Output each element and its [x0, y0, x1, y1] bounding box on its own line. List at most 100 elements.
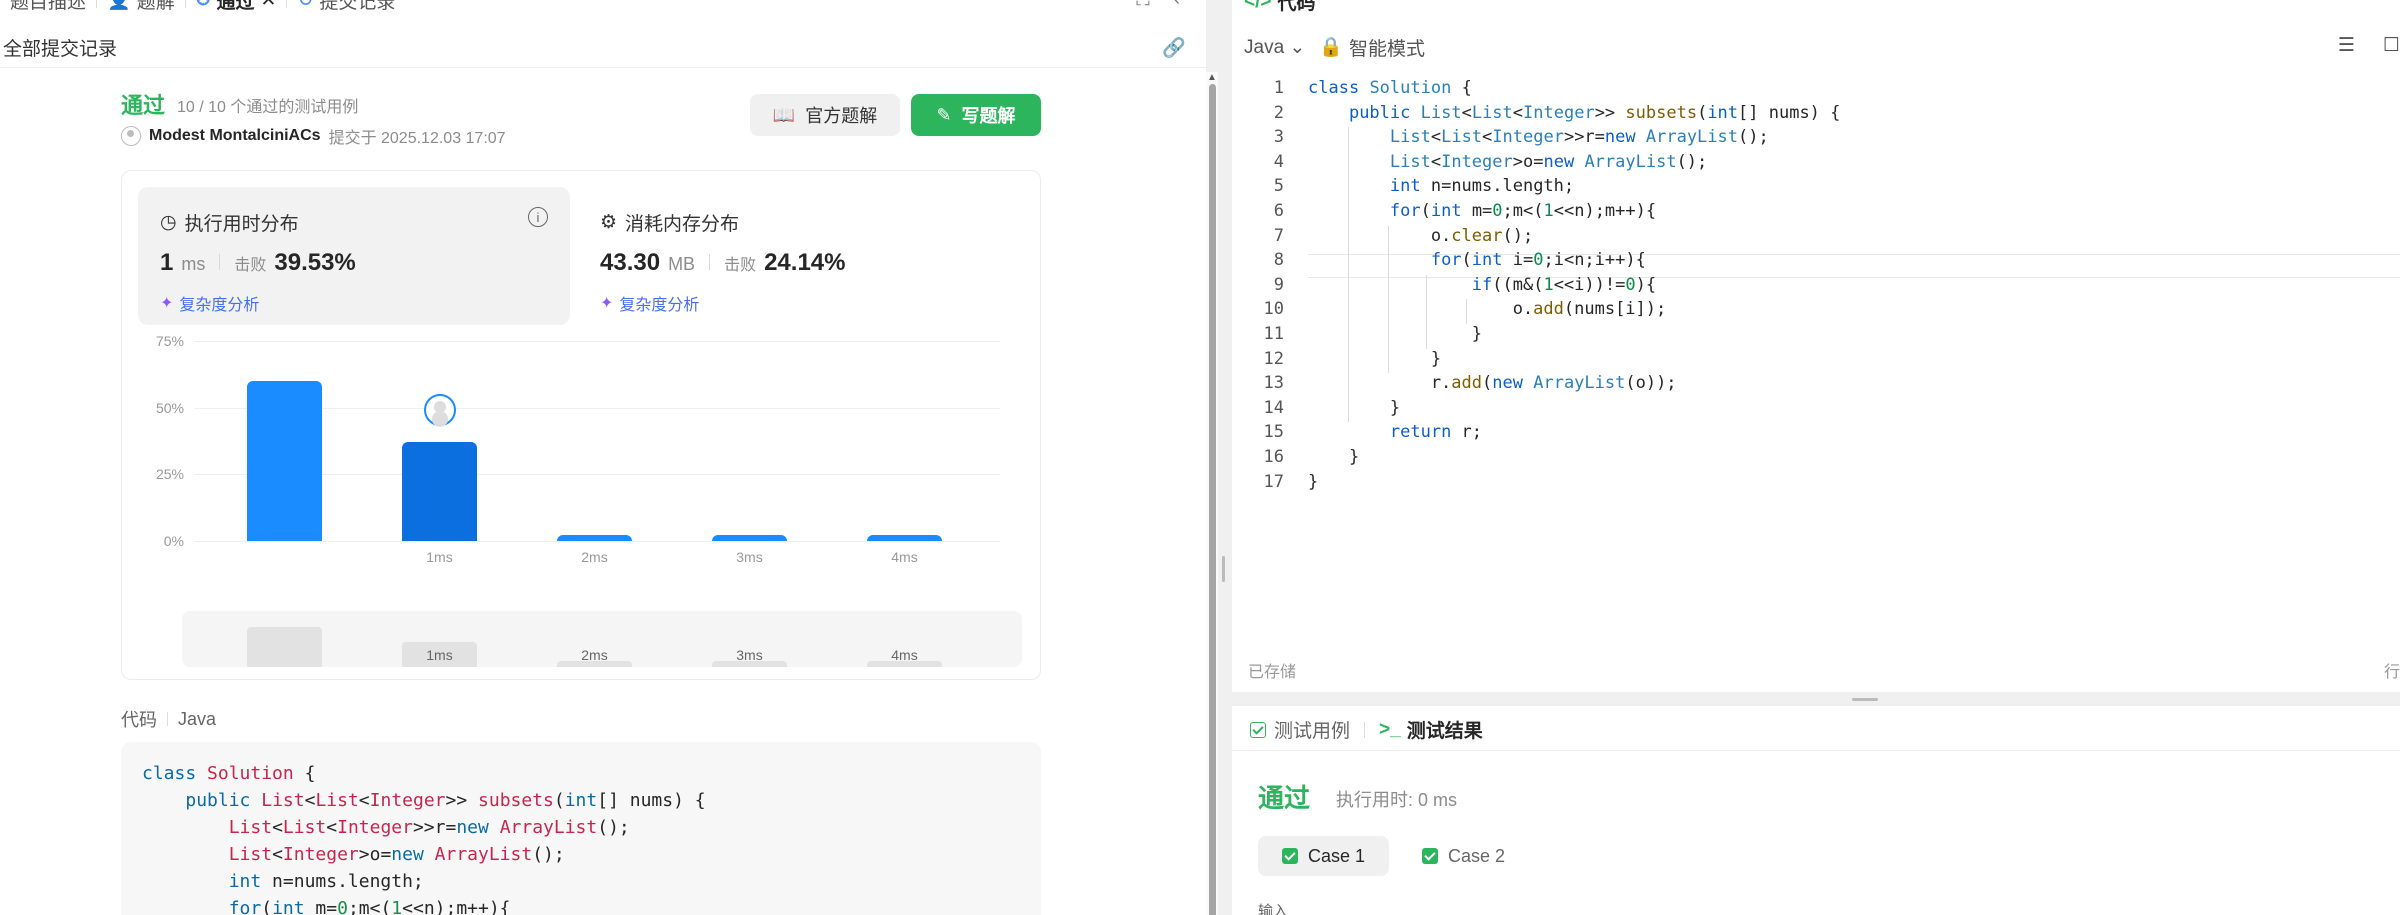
- splitter-grip[interactable]: [1222, 556, 1225, 582]
- app-root: 题目描述 👤 题解 ⏱ 通过 ✕ ↻ 提交记录 ⛶ ‹: [0, 0, 2400, 915]
- editor-line[interactable]: for(int m=0;m<(1<<n);m++){: [1308, 201, 1656, 221]
- chart-bar[interactable]: [867, 535, 942, 541]
- line-number: 2: [1273, 102, 1284, 123]
- slider-tick-label: 1ms: [426, 647, 453, 663]
- code-label: 代码: [121, 710, 157, 730]
- tab-accepted[interactable]: ⏱ 通过 ✕: [186, 0, 287, 14]
- tab-test-result[interactable]: >_ 测试结果: [1379, 716, 1483, 743]
- checkbox-icon: [1282, 848, 1298, 864]
- memory-unit: MB: [668, 254, 696, 274]
- close-icon[interactable]: ✕: [261, 0, 277, 12]
- test-tabs: 测试用例 >_ 测试结果: [1250, 716, 1483, 743]
- chart-bar[interactable]: [247, 381, 322, 541]
- left-scrollbar[interactable]: ▲: [1206, 72, 1218, 915]
- editor-line[interactable]: }: [1308, 398, 1400, 418]
- chart-xtick-label: 1ms: [426, 549, 453, 565]
- runtime-card[interactable]: ◷ 执行用时分布 i 1 ms 击败 39.53% ✦ 复杂度分析: [138, 187, 570, 325]
- editor-line[interactable]: List<Integer>o=new ArrayList();: [1308, 152, 1707, 172]
- line-number: 16: [1263, 447, 1284, 467]
- editor-line[interactable]: for(int i=0;i<n;i++){: [1308, 250, 1646, 270]
- chart-bar[interactable]: [712, 535, 787, 541]
- divider: [1232, 750, 2400, 751]
- write-solution-button[interactable]: ✎ 写题解: [911, 94, 1041, 136]
- editor-line[interactable]: }: [1308, 472, 1318, 492]
- editor-line[interactable]: if((m&(1<<i))!=0){: [1308, 275, 1656, 295]
- language-select[interactable]: Java ⌄: [1244, 36, 1305, 59]
- splitter-grip[interactable]: [1852, 698, 1878, 701]
- vertical-splitter[interactable]: [1218, 0, 1232, 915]
- tab-solutions-label: 题解: [136, 0, 175, 13]
- runtime-analysis-link[interactable]: ✦ 复杂度分析: [160, 291, 259, 315]
- divider: [219, 254, 221, 270]
- chevron-left-icon[interactable]: ‹: [1174, 0, 1180, 11]
- editor-line[interactable]: class Solution {: [1308, 78, 1472, 98]
- case-1-tab[interactable]: Case 1: [1258, 836, 1390, 876]
- smart-mode[interactable]: 智能模式: [1349, 34, 1425, 61]
- editor-line[interactable]: }: [1308, 349, 1441, 369]
- code-header: 代码 Java: [121, 706, 216, 732]
- runtime-analysis-label: 复杂度分析: [179, 297, 260, 314]
- editor-toolbar: Java ⌄ 🔒 智能模式 ☰ ☐: [1232, 26, 2400, 68]
- code-editor[interactable]: 1 class Solution { 2 public List<List<Inte…: [1232, 78, 2400, 648]
- write-solution-label: 写题解: [961, 106, 1016, 126]
- divider: [1364, 721, 1366, 738]
- tab-submissions-label: 提交记录: [319, 0, 396, 13]
- bookmark-icon[interactable]: ☐: [2383, 34, 2400, 57]
- indent-guide: [1348, 127, 1349, 423]
- tab-submissions[interactable]: ↻ 提交记录: [287, 0, 405, 14]
- link-icon[interactable]: 🔗: [1162, 36, 1186, 60]
- tab-description-label: 题目描述: [10, 0, 87, 13]
- cursor-position: 行: [2383, 664, 2400, 681]
- line-number: 7: [1273, 225, 1284, 246]
- line-number: 1: [1273, 78, 1284, 98]
- checkbox-icon: [1422, 848, 1438, 864]
- editor-line[interactable]: o.add(nums[i]);: [1308, 299, 1667, 319]
- indent-guide: [1426, 274, 1427, 349]
- tab-description[interactable]: 题目描述: [0, 0, 96, 14]
- chart-xtick-label: 2ms: [581, 549, 608, 565]
- editor-line[interactable]: public List<List<Integer>> subsets(int[]…: [1308, 103, 1840, 123]
- scrollbar-thumb[interactable]: [1209, 84, 1216, 915]
- memory-card[interactable]: ⚙ 消耗内存分布 43.30 MB 击败 24.14% ✦ 复杂度分析: [578, 187, 1010, 325]
- input-label: 输入: [1258, 903, 1289, 915]
- indent-guide: [1388, 225, 1389, 374]
- all-submissions-title[interactable]: 全部提交记录: [3, 34, 117, 61]
- check-circle-icon: ⏱: [196, 0, 211, 11]
- fullscreen-icon[interactable]: ⛶: [1136, 0, 1149, 11]
- editor-line[interactable]: List<List<Integer>>r=new ArrayList();: [1308, 127, 1769, 147]
- line-number: 9: [1273, 274, 1284, 295]
- scroll-up-icon[interactable]: ▲: [1207, 72, 1217, 83]
- official-solution-button[interactable]: 📖 官方题解: [750, 94, 900, 136]
- line-number: 17: [1263, 471, 1284, 492]
- info-icon[interactable]: i: [528, 207, 548, 227]
- tab-solutions[interactable]: 👤 题解: [97, 0, 185, 14]
- line-number: 6: [1273, 201, 1284, 221]
- tab-testcases[interactable]: 测试用例: [1250, 716, 1350, 743]
- horizontal-splitter[interactable]: [1232, 692, 2400, 706]
- code-tab[interactable]: </> 代码: [1244, 0, 1316, 15]
- my-submission-avatar[interactable]: [423, 394, 456, 427]
- editor-line[interactable]: return r;: [1308, 422, 1482, 442]
- editor-line[interactable]: }: [1308, 447, 1359, 467]
- editor-line[interactable]: r.add(new ArrayList(o));: [1308, 373, 1677, 393]
- chart-bar[interactable]: [402, 442, 477, 541]
- case-1-label: Case 1: [1308, 845, 1366, 866]
- memory-analysis-link[interactable]: ✦ 复杂度分析: [600, 291, 699, 315]
- chart-bar[interactable]: [557, 535, 632, 541]
- chart-range-slider[interactable]: 1ms 2ms 3ms 4ms: [182, 611, 1022, 667]
- username[interactable]: Modest MontalciniACs: [149, 127, 321, 145]
- submitter: Modest MontalciniACs 提交于 2025.12.03 17:0…: [121, 124, 506, 148]
- code-editor-panel: </> 代码 Java ⌄ 🔒 智能模式 ☰ ☐ 1 class Solution…: [1232, 0, 2400, 692]
- runtime-metric: 1 ms 击败 39.53%: [160, 249, 356, 277]
- format-icon[interactable]: ☰: [2338, 34, 2355, 57]
- runtime-title: ◷ 执行用时分布: [160, 209, 299, 236]
- language-label: Java: [1244, 36, 1285, 58]
- test-runtime: 执行用时: 0 ms: [1336, 790, 1458, 810]
- line-number: 14: [1263, 397, 1284, 418]
- editor-line[interactable]: o.clear();: [1308, 226, 1533, 246]
- memory-value: 43.30: [600, 249, 661, 276]
- avatar[interactable]: [121, 126, 141, 146]
- editor-line[interactable]: }: [1308, 324, 1482, 344]
- runtime-beat-label: 击败: [234, 257, 267, 274]
- case-2-tab[interactable]: Case 2: [1398, 836, 1529, 876]
